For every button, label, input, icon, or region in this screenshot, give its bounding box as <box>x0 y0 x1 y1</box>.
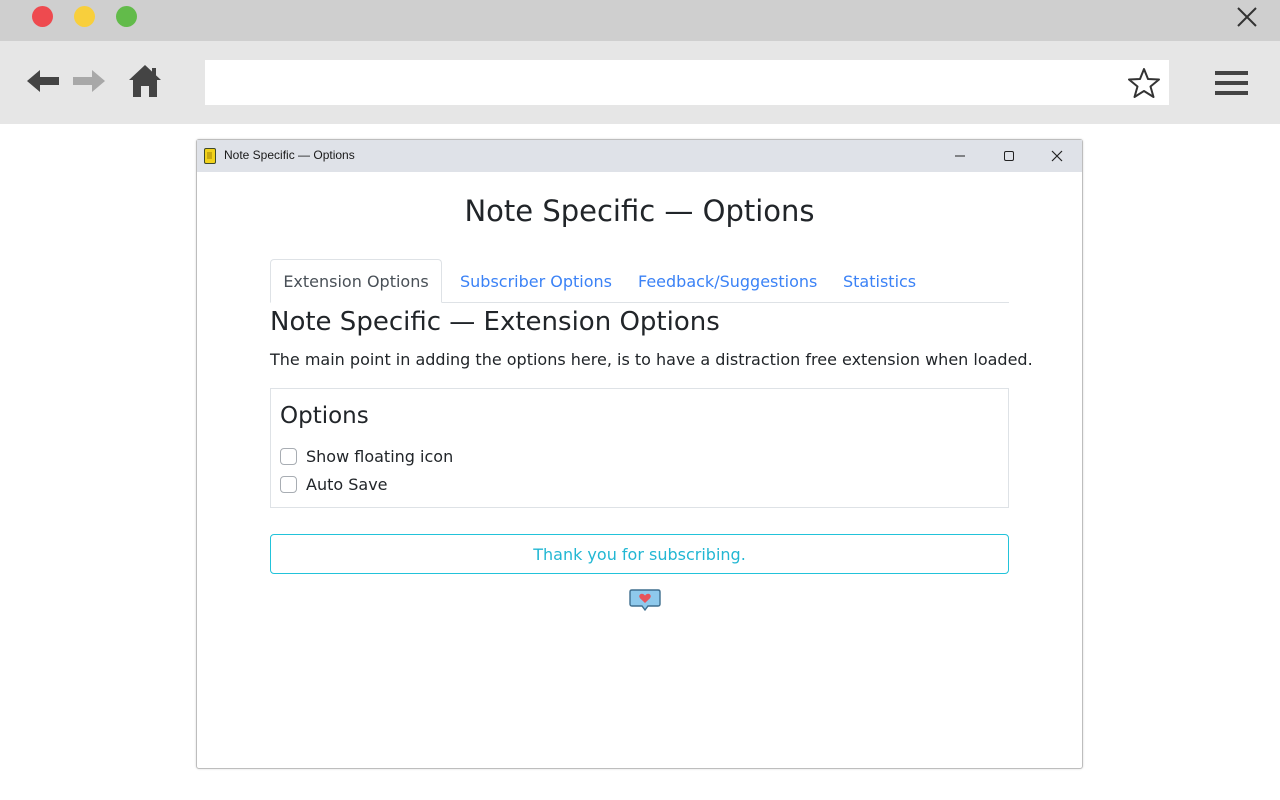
auto-save-checkbox[interactable] <box>280 475 297 493</box>
option-label: Show floating icon <box>306 446 454 466</box>
minimize-window-dot[interactable] <box>74 6 95 27</box>
window-title: Note Specific — Options <box>224 148 355 162</box>
tab-statistics[interactable]: Statistics <box>825 259 934 303</box>
hamburger-menu-icon[interactable] <box>1212 66 1250 100</box>
back-button[interactable] <box>24 65 62 101</box>
star-icon[interactable] <box>1127 66 1161 100</box>
back-arrow-icon <box>25 66 61 100</box>
home-icon <box>128 63 162 103</box>
options-tabs: Extension Options Subscriber Options Fee… <box>270 259 1009 303</box>
close-icon <box>1051 147 1063 166</box>
window-titlebar: Note Specific — Options <box>197 140 1082 172</box>
tab-subscriber-options[interactable]: Subscriber Options <box>442 259 630 303</box>
maximize-icon <box>1003 147 1015 166</box>
close-window-dot[interactable] <box>32 6 53 27</box>
home-button[interactable] <box>126 65 164 101</box>
forward-button[interactable] <box>70 65 108 101</box>
minimize-icon <box>954 147 966 166</box>
note-app-icon <box>204 148 216 164</box>
tab-feedback-suggestions[interactable]: Feedback/Suggestions <box>620 259 835 303</box>
close-icon[interactable] <box>1234 4 1260 30</box>
address-bar[interactable] <box>205 60 1169 105</box>
options-window: Note Specific — Options Note Specific — … <box>196 139 1083 769</box>
option-show-floating-icon[interactable]: Show floating icon <box>280 445 453 467</box>
options-fieldset: Options Show floating icon Auto Save <box>270 388 1009 508</box>
page-title: Note Specific — Options <box>464 194 815 228</box>
option-label: Auto Save <box>306 474 388 494</box>
show-floating-icon-checkbox[interactable] <box>280 447 297 465</box>
section-heading: Note Specific — Extension Options <box>270 307 720 337</box>
maximize-button[interactable] <box>997 146 1021 166</box>
subscription-alert: Thank you for subscribing. <box>270 534 1009 574</box>
tab-extension-options[interactable]: Extension Options <box>270 259 442 303</box>
maximize-window-dot[interactable] <box>116 6 137 27</box>
minimize-button[interactable] <box>948 146 972 166</box>
section-description: The main point in adding the options her… <box>270 350 1033 369</box>
forward-arrow-icon <box>71 66 107 100</box>
window-close-button[interactable] <box>1045 146 1069 166</box>
heart-speech-bubble-icon[interactable] <box>629 588 661 614</box>
browser-titlebar <box>0 0 1280 41</box>
option-auto-save[interactable]: Auto Save <box>280 473 388 495</box>
options-legend: Options <box>280 403 369 429</box>
browser-toolbar <box>0 41 1280 124</box>
